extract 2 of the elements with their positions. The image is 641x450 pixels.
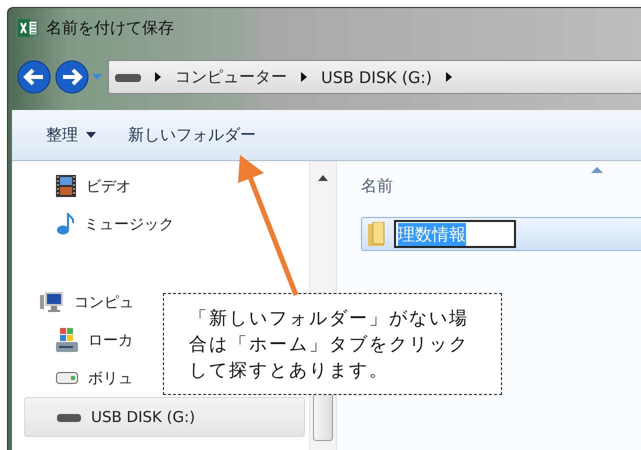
window-title: 名前を付けて保存 — [46, 18, 174, 38]
note-tooltip: 「新しいフォルダー」がない場合は「ホーム」タブをクリックして探すとあります。 — [163, 293, 502, 395]
